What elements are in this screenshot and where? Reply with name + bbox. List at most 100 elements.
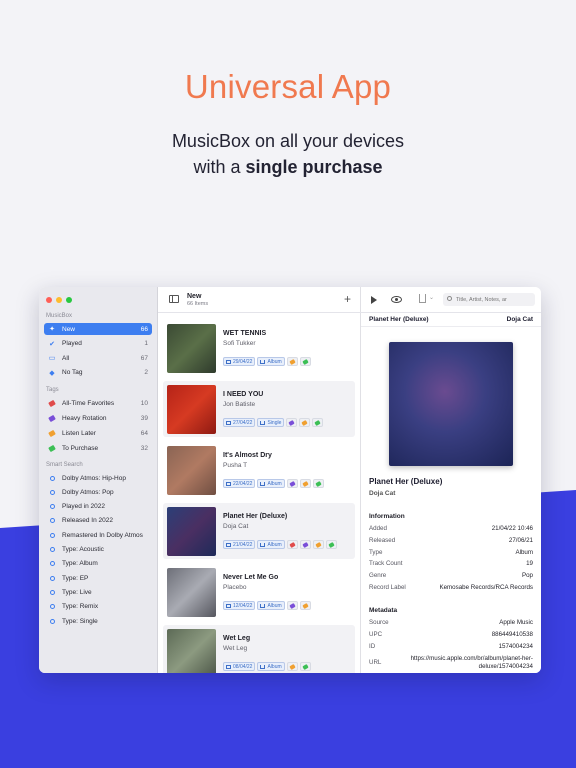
album-row[interactable]: Wet Leg Wet Leg 08/04/22 Album	[163, 625, 355, 673]
url-label: URL	[369, 659, 382, 666]
tag-icon	[48, 399, 56, 407]
app-window: MusicBox ✦ New 66 ✔ Played 1 ▭ All 67 ◆ No Tag 2 Ta…	[39, 287, 541, 673]
magnifier-icon	[48, 617, 56, 625]
smart-search-item[interactable]: Type: EP	[44, 572, 152, 584]
smart-search-item[interactable]: Type: Single	[44, 615, 152, 627]
magnifier-icon	[48, 588, 56, 596]
chevron-down-icon[interactable]: ⌄	[429, 294, 434, 301]
smart-search-label: Type: Single	[62, 617, 98, 625]
tag-icon	[299, 357, 311, 366]
sidebar-item-no-tag[interactable]: ◆ No Tag 2	[44, 367, 152, 379]
sidebar-toggle-icon[interactable]	[169, 295, 179, 303]
album-artist: Placebo	[223, 584, 247, 591]
close-window-button[interactable]	[46, 297, 52, 303]
album-title: It's Almost Dry	[223, 452, 272, 459]
tray-icon	[260, 420, 266, 425]
tray-icon	[260, 481, 266, 486]
sidebar-tag-count: 32	[140, 444, 148, 452]
info-value: 21/04/22 10:46	[491, 525, 533, 532]
type-chip: Album	[257, 662, 285, 671]
sidebar-tag-heavy-rotation[interactable]: Heavy Rotation 39	[44, 412, 152, 424]
tag-icon: ◆	[49, 369, 55, 377]
type-chip-label: Album	[267, 480, 282, 487]
calendar-icon	[226, 481, 231, 486]
album-artist: Pusha T	[223, 462, 248, 469]
sidebar-item-all[interactable]: ▭ All 67	[44, 352, 152, 364]
hero-subtitle-line2: with a single purchase	[0, 154, 576, 180]
smart-search-item[interactable]: Released In 2022	[44, 515, 152, 527]
type-chip: Album	[257, 540, 285, 549]
sidebar-tag-all-time-favorites[interactable]: All-Time Favorites 10	[44, 397, 152, 409]
type-chip-label: Album	[267, 358, 282, 365]
magnifier-icon	[48, 488, 56, 496]
smart-search-item[interactable]: Played in 2022	[44, 501, 152, 513]
minimize-window-button[interactable]	[56, 297, 62, 303]
tag-icon	[286, 662, 298, 671]
hero-subtitle: MusicBox on all your devices with a sing…	[0, 128, 576, 180]
search-field[interactable]	[443, 293, 535, 306]
tag-icon	[299, 540, 311, 549]
smart-search-item[interactable]: Type: Remix	[44, 601, 152, 613]
share-icon[interactable]	[419, 294, 426, 303]
album-title: WET TENNIS	[223, 330, 267, 337]
album-row[interactable]: Never Let Me Go Placebo 12/04/22 Album	[163, 564, 355, 620]
window-controls	[46, 297, 72, 303]
hero-title: Universal App	[184, 68, 392, 105]
date-chip-label: 27/04/22	[233, 419, 253, 426]
smart-search-item[interactable]: Dolby Atmos: Hip-Hop	[44, 472, 152, 484]
type-chip: Single	[257, 418, 285, 427]
sidebar-section-tags: Tags	[46, 387, 59, 393]
album-chips: 21/04/22 Album	[223, 540, 337, 549]
url-line1: https://music.apple.com/br/album/planet-…	[410, 655, 533, 662]
tag-icon	[299, 601, 311, 610]
add-icon[interactable]: +	[344, 292, 351, 306]
album-thumbnail	[167, 507, 216, 556]
date-chip: 27/04/22	[223, 418, 256, 427]
sidebar: MusicBox ✦ New 66 ✔ Played 1 ▭ All 67 ◆ No Tag 2 Ta…	[39, 287, 158, 673]
album-row[interactable]: WET TENNIS Sofi Tukker 29/04/22 Album	[163, 320, 355, 376]
album-thumbnail	[167, 629, 216, 673]
tag-icon	[286, 601, 298, 610]
play-icon[interactable]	[371, 296, 377, 304]
info-label: Track Count	[369, 560, 403, 568]
meta-label: Source	[369, 619, 389, 626]
sidebar-item-label: All	[62, 354, 70, 362]
url-value[interactable]: https://music.apple.com/br/album/planet-…	[411, 655, 533, 671]
type-chip-label: Album	[267, 663, 282, 670]
info-label: Type	[369, 548, 383, 556]
smart-search-label: Released In 2022	[62, 517, 113, 525]
sidebar-tag-listen-later[interactable]: Listen Later 64	[44, 427, 152, 439]
tag-icon	[312, 540, 324, 549]
date-chip-label: 29/04/22	[233, 358, 253, 365]
sidebar-tag-label: Heavy Rotation	[62, 414, 107, 422]
album-chips: 29/04/22 Album	[223, 357, 311, 366]
search-input[interactable]	[456, 294, 532, 305]
smart-search-label: Played in 2022	[62, 503, 106, 511]
smart-search-item[interactable]: Remastered In Dolby Atmos	[44, 529, 152, 541]
sidebar-item-played[interactable]: ✔ Played 1	[44, 338, 152, 350]
smart-search-item[interactable]: Type: Album	[44, 558, 152, 570]
album-row[interactable]: I NEED YOU Jon Batiste 27/04/22 Single	[163, 381, 355, 437]
eye-icon[interactable]	[391, 296, 402, 303]
album-row[interactable]: It's Almost Dry Pusha T 22/04/22 Album	[163, 442, 355, 498]
meta-label: UPC	[369, 631, 383, 638]
magnifier-icon	[48, 546, 56, 554]
smart-search-label: Type: Live	[62, 588, 92, 596]
smart-search-label: Type: Acoustic	[62, 546, 104, 553]
album-chips: 12/04/22 Album	[223, 601, 311, 610]
calendar-icon	[226, 664, 231, 669]
album-artist: Wet Leg	[223, 645, 248, 652]
date-chip-label: 21/04/22	[233, 541, 253, 548]
smart-search-item[interactable]: Dolby Atmos: Pop	[44, 486, 152, 498]
album-row[interactable]: Planet Her (Deluxe) Doja Cat 21/04/22 Album	[163, 503, 355, 559]
smart-search-item[interactable]: Type: Acoustic	[44, 544, 152, 556]
meta-value: 1574004234	[498, 643, 533, 650]
info-value: Pop	[521, 572, 533, 580]
smart-search-label: Type: Remix	[62, 603, 99, 611]
sidebar-tag-to-purchase[interactable]: To Purchase 32	[44, 442, 152, 454]
smart-search-item[interactable]: Type: Live	[44, 586, 152, 598]
sidebar-item-new[interactable]: ✦ New 66	[44, 323, 152, 335]
detail-artist: Doja Cat	[369, 490, 396, 497]
magnifier-icon	[48, 474, 56, 482]
zoom-window-button[interactable]	[66, 297, 72, 303]
